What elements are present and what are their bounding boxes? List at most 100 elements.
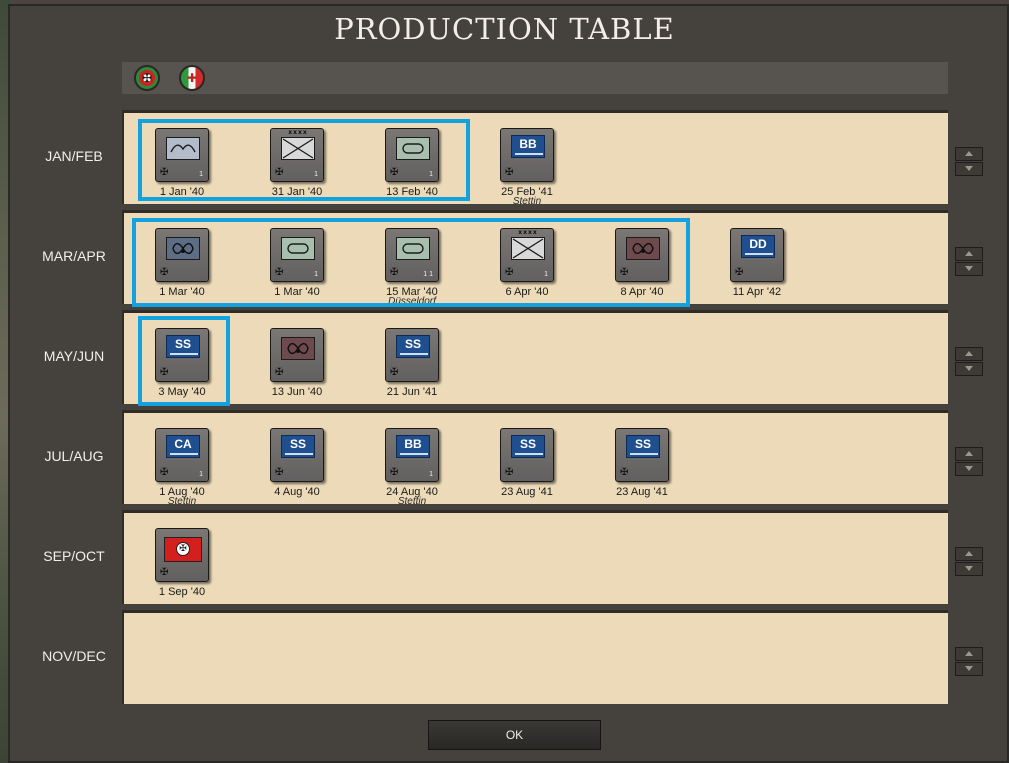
row-label-sep-oct: SEP/OCT bbox=[43, 548, 105, 564]
scroll-down-icon[interactable] bbox=[955, 162, 983, 176]
unit-counter[interactable]: SS ✠ bbox=[155, 328, 209, 382]
scroll-down-icon[interactable] bbox=[955, 262, 983, 276]
unit-counter[interactable]: CA ✠ 1 bbox=[155, 428, 209, 482]
unit-counter[interactable]: ✠ 1 bbox=[385, 128, 439, 182]
unit-counter[interactable]: BB ✠ 1 bbox=[385, 428, 439, 482]
ship-type-label: SS bbox=[404, 337, 421, 351]
ship-symbol-icon: BB bbox=[511, 135, 545, 158]
hq-symbol-icon bbox=[281, 137, 315, 160]
unit-counter[interactable]: ✠ 1 bbox=[155, 128, 209, 182]
iron-cross-icon: ✠ bbox=[390, 367, 399, 378]
ship-symbol-icon: SS bbox=[281, 435, 315, 458]
scroll-up-icon[interactable] bbox=[955, 347, 983, 361]
iron-cross-icon: ✠ bbox=[275, 467, 284, 478]
unit-strength-number: 1 bbox=[429, 471, 433, 478]
row-scroll-buttons bbox=[955, 447, 983, 476]
unit-counter-slot[interactable]: SS ✠ 21 Jun '41 bbox=[368, 328, 458, 418]
arrival-date: 1 Sep '40 bbox=[158, 586, 206, 598]
iron-cross-icon: ✠ bbox=[160, 267, 169, 278]
row-label-nov-dec: NOV/DEC bbox=[42, 648, 106, 664]
unit-counter-slot[interactable]: BB ✠ 1 24 Aug '40 Stettin bbox=[368, 428, 458, 518]
unit-counter-slot[interactable]: BB ✠ 25 Feb '41 Stettin bbox=[483, 128, 573, 218]
scroll-up-icon[interactable] bbox=[955, 547, 983, 561]
scroll-up-icon[interactable] bbox=[955, 247, 983, 261]
unit-counter[interactable]: ✠ ✠ bbox=[155, 528, 209, 582]
target-flag-icon[interactable]: ✠ bbox=[134, 65, 160, 91]
iron-cross-icon: ✠ bbox=[160, 567, 169, 578]
infantry-symbol-icon bbox=[166, 137, 200, 160]
scroll-up-icon[interactable] bbox=[955, 647, 983, 661]
iron-cross-icon: ✠ bbox=[390, 467, 399, 478]
unit-counter[interactable]: SS ✠ bbox=[385, 328, 439, 382]
row-scroll-buttons bbox=[955, 547, 983, 576]
ship-symbol-icon: SS bbox=[396, 335, 430, 358]
arrival-date: 21 Jun '41 bbox=[386, 386, 438, 398]
unit-counter-slot[interactable]: SS ✠ 23 Aug '41 bbox=[598, 428, 688, 518]
unit-counter-slot[interactable]: SS ✠ 3 May '40 bbox=[138, 328, 228, 418]
unit-counter[interactable]: DD ✠ bbox=[730, 228, 784, 282]
ok-button[interactable]: OK bbox=[428, 720, 601, 750]
nation-flag-glyph: ✚ bbox=[186, 71, 198, 85]
unit-counter[interactable]: ✠ bbox=[270, 328, 324, 382]
scroll-down-icon[interactable] bbox=[955, 362, 983, 376]
unit-counter-slot[interactable]: SS ✠ 23 Aug '41 bbox=[483, 428, 573, 518]
row-scroll-buttons bbox=[955, 247, 983, 276]
unit-counter-slot[interactable]: ✠ 1 1 Mar '40 bbox=[253, 228, 343, 318]
unit-size-mark: xxxx bbox=[288, 129, 308, 136]
unit-counter-slot[interactable]: xxxx ✠ 1 31 Jan '40 bbox=[253, 128, 343, 218]
flag-cross-glyph: ✠ bbox=[176, 542, 190, 556]
unit-counter-slot[interactable]: ✠ 8 Apr '40 bbox=[598, 228, 688, 318]
unit-strength-number: 1 bbox=[314, 171, 318, 178]
ship-symbol-icon: DD bbox=[741, 235, 775, 258]
italy-flag-icon[interactable]: ✚ bbox=[179, 65, 205, 91]
arrival-location: Stettin bbox=[512, 196, 542, 207]
unit-counter-slot[interactable]: ✠ 1 1 15 Mar '40 Düsseldorf bbox=[368, 228, 458, 318]
unit-counter[interactable]: ✠ 1 bbox=[270, 228, 324, 282]
unit-counter[interactable]: xxxx ✠ 1 bbox=[500, 228, 554, 282]
arrival-date: 23 Aug '41 bbox=[501, 486, 553, 498]
arrival-date: 6 Apr '40 bbox=[505, 286, 549, 298]
row-label-jan-feb: JAN/FEB bbox=[45, 148, 103, 164]
unit-counter-slot[interactable]: ✠ 13 Jun '40 bbox=[253, 328, 343, 418]
hq-symbol-icon bbox=[511, 237, 545, 260]
ship-type-label: BB bbox=[519, 137, 537, 151]
armor-symbol-icon bbox=[396, 237, 430, 260]
iron-cross-icon: ✠ bbox=[275, 167, 284, 178]
unit-counter-slot[interactable]: ✠ 1 1 Jan '40 bbox=[138, 128, 228, 218]
unit-counter-slot[interactable]: ✠ ✠ 1 Sep '40 bbox=[138, 528, 228, 618]
arrival-location: Stettin bbox=[167, 496, 197, 507]
unit-counter[interactable]: SS ✠ bbox=[270, 428, 324, 482]
arrival-date: 31 Jan '40 bbox=[271, 186, 323, 198]
unit-counter-slot[interactable]: CA ✠ 1 1 Aug '40 Stettin bbox=[138, 428, 228, 518]
unit-counter[interactable]: SS ✠ bbox=[500, 428, 554, 482]
unit-counter-slot[interactable]: ✠ 1 13 Feb '40 bbox=[368, 128, 458, 218]
arrival-date: 13 Jun '40 bbox=[271, 386, 323, 398]
unit-counter[interactable]: xxxx ✠ 1 bbox=[270, 128, 324, 182]
ship-silhouette-icon bbox=[285, 453, 313, 455]
unit-counter[interactable]: SS ✠ bbox=[615, 428, 669, 482]
unit-counter[interactable]: ✠ 1 1 bbox=[385, 228, 439, 282]
production-row bbox=[122, 610, 948, 704]
iron-cross-icon: ✠ bbox=[620, 467, 629, 478]
submarine-symbol-icon bbox=[166, 237, 200, 260]
row-label-may-jun: MAY/JUN bbox=[43, 348, 105, 364]
unit-counter-slot[interactable]: SS ✠ 4 Aug '40 bbox=[253, 428, 343, 518]
scroll-down-icon[interactable] bbox=[955, 562, 983, 576]
scroll-down-icon[interactable] bbox=[955, 662, 983, 676]
scroll-up-icon[interactable] bbox=[955, 447, 983, 461]
ship-symbol-icon: SS bbox=[166, 335, 200, 358]
iron-cross-icon: ✠ bbox=[505, 467, 514, 478]
iron-cross-icon: ✠ bbox=[390, 167, 399, 178]
ship-type-label: SS bbox=[634, 437, 651, 451]
unit-counter[interactable]: BB ✠ bbox=[500, 128, 554, 182]
arrival-date: 1 Mar '40 bbox=[159, 286, 205, 298]
arrival-date: 1 Mar '40 bbox=[274, 286, 320, 298]
unit-counter-slot[interactable]: xxxx ✠ 1 6 Apr '40 bbox=[483, 228, 573, 318]
unit-counter[interactable]: ✠ bbox=[615, 228, 669, 282]
unit-counter-slot[interactable]: ✠ 1 Mar '40 bbox=[138, 228, 228, 318]
ship-silhouette-icon bbox=[515, 153, 543, 155]
unit-counter[interactable]: ✠ bbox=[155, 228, 209, 282]
unit-counter-slot[interactable]: DD ✠ 11 Apr '42 bbox=[713, 228, 803, 318]
scroll-up-icon[interactable] bbox=[955, 147, 983, 161]
scroll-down-icon[interactable] bbox=[955, 462, 983, 476]
